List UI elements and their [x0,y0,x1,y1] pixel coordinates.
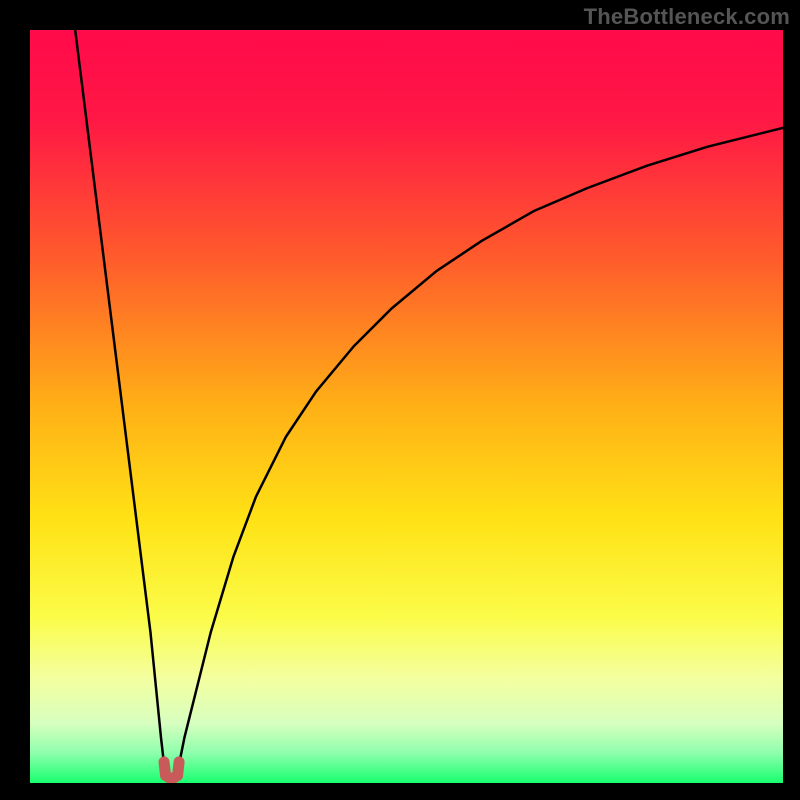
gradient-background [30,30,783,783]
chart-frame: TheBottleneck.com [0,0,800,800]
chart-svg [30,30,783,783]
plot-area [30,30,783,783]
watermark-text: TheBottleneck.com [584,4,790,30]
